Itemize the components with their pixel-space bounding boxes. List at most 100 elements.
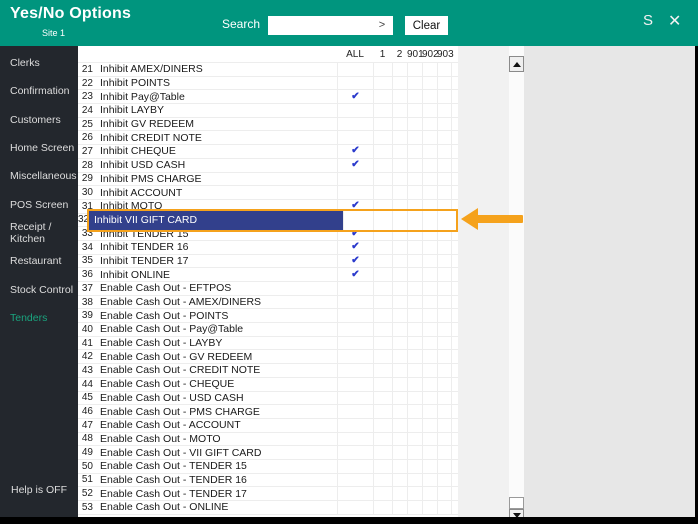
check-cell-all[interactable]: [337, 131, 373, 144]
check-cell-901[interactable]: [407, 364, 422, 377]
table-row[interactable]: 40Enable Cash Out - Pay@Table: [78, 323, 458, 337]
check-cell-all[interactable]: [337, 282, 373, 295]
check-cell-903[interactable]: [437, 90, 452, 103]
check-cell-901[interactable]: [407, 255, 422, 268]
check-cell-903[interactable]: [437, 63, 452, 76]
check-cell-all[interactable]: ✔: [337, 255, 373, 268]
table-row[interactable]: 24Inhibit LAYBY: [78, 104, 458, 118]
sidebar-item-stock-control[interactable]: Stock Control: [0, 275, 78, 303]
check-cell-2[interactable]: [392, 268, 407, 281]
table-row[interactable]: 22Inhibit POINTS: [78, 77, 458, 91]
check-cell-2[interactable]: [392, 487, 407, 500]
table-row[interactable]: 25Inhibit GV REDEEM: [78, 118, 458, 132]
check-cell-2[interactable]: [392, 446, 407, 459]
check-cell-901[interactable]: [407, 446, 422, 459]
check-cell-901[interactable]: [407, 323, 422, 336]
check-cell-903[interactable]: [437, 104, 452, 117]
check-cell-901[interactable]: [407, 487, 422, 500]
sidebar-item-receipt-kitchen[interactable]: Receipt / Kitchen: [0, 219, 78, 247]
check-cell-2[interactable]: [392, 378, 407, 391]
check-cell-901[interactable]: [407, 282, 422, 295]
check-cell-1[interactable]: [373, 296, 392, 309]
table-row[interactable]: 45Enable Cash Out - USD CASH: [78, 392, 458, 406]
check-cell-902[interactable]: [422, 446, 437, 459]
check-cell-1[interactable]: [373, 474, 392, 487]
check-cell-901[interactable]: [407, 104, 422, 117]
check-cell-902[interactable]: [422, 378, 437, 391]
clear-button[interactable]: Clear: [405, 16, 448, 35]
check-cell-2[interactable]: [392, 77, 407, 90]
check-cell-2[interactable]: [392, 460, 407, 473]
selected-check-cell-902[interactable]: [422, 211, 437, 230]
table-row[interactable]: 52Enable Cash Out - TENDER 17: [78, 487, 458, 501]
check-cell-903[interactable]: [437, 323, 452, 336]
check-cell-1[interactable]: [373, 433, 392, 446]
check-cell-all[interactable]: [337, 392, 373, 405]
check-cell-1[interactable]: [373, 268, 392, 281]
check-cell-901[interactable]: [407, 474, 422, 487]
table-row[interactable]: 39Enable Cash Out - POINTS: [78, 309, 458, 323]
check-cell-903[interactable]: [437, 282, 452, 295]
check-cell-901[interactable]: [407, 186, 422, 199]
check-cell-902[interactable]: [422, 405, 437, 418]
search-go-button[interactable]: >: [371, 16, 393, 35]
check-cell-903[interactable]: [437, 337, 452, 350]
check-cell-903[interactable]: [437, 77, 452, 90]
check-cell-901[interactable]: [407, 392, 422, 405]
selected-check-cell-1[interactable]: [373, 211, 392, 230]
table-row[interactable]: 37Enable Cash Out - EFTPOS: [78, 282, 458, 296]
check-cell-903[interactable]: [437, 501, 452, 514]
check-cell-901[interactable]: [407, 268, 422, 281]
check-cell-903[interactable]: [437, 268, 452, 281]
check-cell-all[interactable]: [337, 337, 373, 350]
check-cell-all[interactable]: [337, 378, 373, 391]
selected-check-cell-2[interactable]: [392, 211, 407, 230]
check-cell-902[interactable]: [422, 63, 437, 76]
check-cell-903[interactable]: [437, 296, 452, 309]
check-cell-901[interactable]: [407, 90, 422, 103]
sidebar-item-tenders[interactable]: Tenders: [0, 304, 78, 332]
sidebar-item-customers[interactable]: Customers: [0, 106, 78, 134]
help-status[interactable]: Help is OFF: [0, 484, 78, 496]
table-row[interactable]: 36Inhibit ONLINE✔: [78, 268, 458, 282]
table-row[interactable]: 44Enable Cash Out - CHEQUE: [78, 378, 458, 392]
check-cell-all[interactable]: [337, 460, 373, 473]
check-cell-all[interactable]: ✔: [337, 145, 373, 158]
check-cell-902[interactable]: [422, 90, 437, 103]
check-cell-901[interactable]: [407, 131, 422, 144]
selected-check-cell-901[interactable]: [407, 211, 422, 230]
table-row[interactable]: 50Enable Cash Out - TENDER 15: [78, 460, 458, 474]
check-cell-all[interactable]: [337, 350, 373, 363]
check-cell-902[interactable]: [422, 77, 437, 90]
table-row[interactable]: 23Inhibit Pay@Table✔: [78, 90, 458, 104]
table-row[interactable]: 38Enable Cash Out - AMEX/DINERS: [78, 296, 458, 310]
check-cell-901[interactable]: [407, 296, 422, 309]
check-cell-902[interactable]: [422, 241, 437, 254]
check-cell-2[interactable]: [392, 364, 407, 377]
table-row[interactable]: 46Enable Cash Out - PMS CHARGE: [78, 405, 458, 419]
check-cell-901[interactable]: [407, 63, 422, 76]
check-cell-903[interactable]: [437, 419, 452, 432]
check-cell-1[interactable]: [373, 460, 392, 473]
check-cell-2[interactable]: [392, 433, 407, 446]
check-cell-903[interactable]: [437, 118, 452, 131]
check-cell-901[interactable]: [407, 145, 422, 158]
check-cell-2[interactable]: [392, 255, 407, 268]
scroll-up-button[interactable]: [509, 56, 524, 72]
check-cell-1[interactable]: [373, 487, 392, 500]
check-cell-all[interactable]: [337, 296, 373, 309]
sidebar-item-restaurant[interactable]: Restaurant: [0, 247, 78, 275]
check-cell-1[interactable]: [373, 77, 392, 90]
check-cell-902[interactable]: [422, 282, 437, 295]
table-row[interactable]: 34Inhibit TENDER 16✔: [78, 241, 458, 255]
check-cell-901[interactable]: [407, 159, 422, 172]
check-cell-1[interactable]: [373, 186, 392, 199]
table-row[interactable]: 21Inhibit AMEX/DINERS: [78, 63, 458, 77]
check-cell-902[interactable]: [422, 186, 437, 199]
check-cell-902[interactable]: [422, 419, 437, 432]
check-cell-902[interactable]: [422, 159, 437, 172]
check-cell-901[interactable]: [407, 118, 422, 131]
check-cell-1[interactable]: [373, 145, 392, 158]
check-cell-1[interactable]: [373, 118, 392, 131]
check-cell-1[interactable]: [373, 309, 392, 322]
